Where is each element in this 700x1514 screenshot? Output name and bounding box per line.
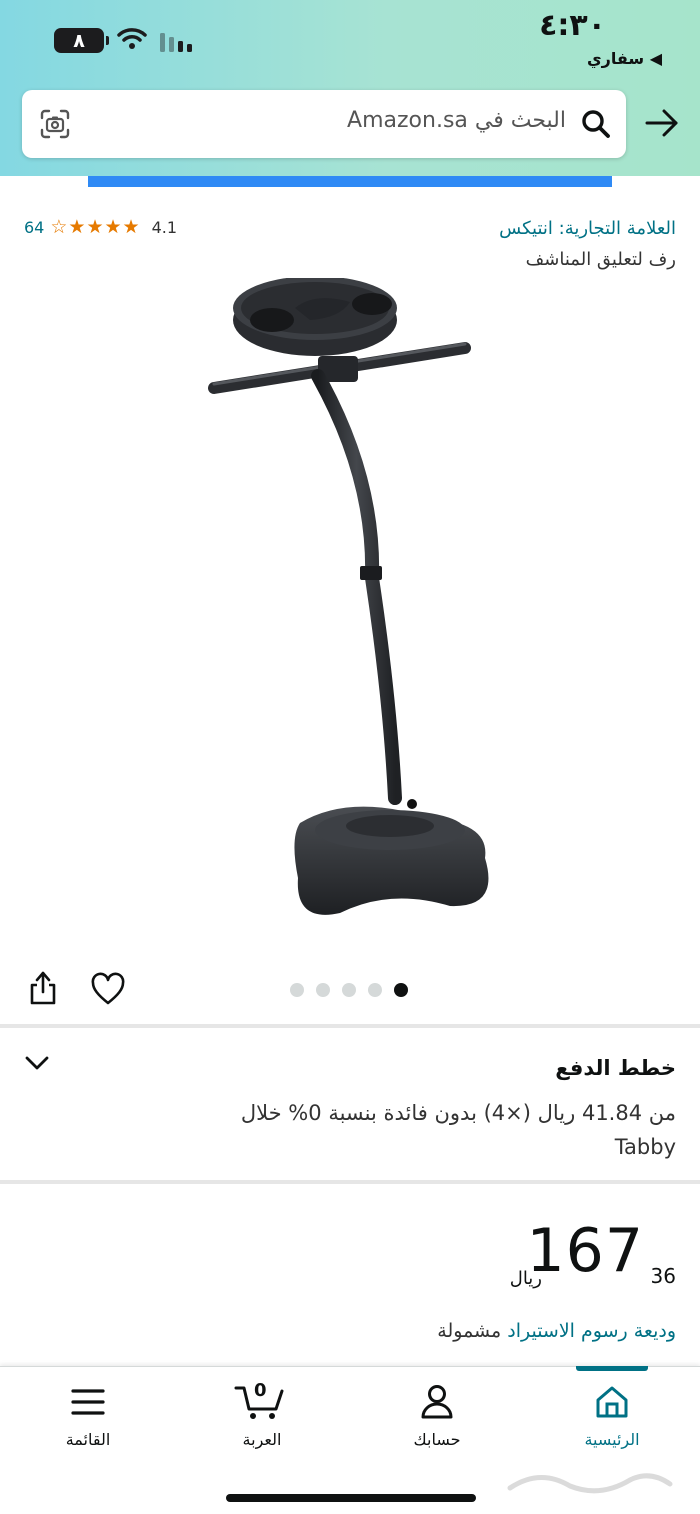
cart-icon-wrap: 0 (232, 1380, 292, 1422)
browser-header: ٨ ٤:٣٠ ◀ سفاري البحث في Amazon.sa (0, 0, 700, 176)
page-load-progress-bar (88, 176, 612, 187)
section-divider (0, 1024, 700, 1028)
payment-plans-title[interactable]: خطط الدفع (555, 1056, 676, 1080)
back-to-app-link[interactable]: ◀ سفاري (587, 49, 662, 68)
nav-cart[interactable]: 0 العربة (202, 1380, 322, 1449)
price-fraction: 36 (650, 1264, 676, 1288)
import-fees-link[interactable]: وديعة رسوم الاستيراد (507, 1320, 676, 1342)
battery-level: ٨ (73, 29, 85, 52)
search-box[interactable]: البحث في Amazon.sa (22, 90, 626, 158)
price-whole: 167 (526, 1216, 644, 1286)
nav-home[interactable]: الرئيسية (552, 1382, 672, 1449)
price-currency: ريال (509, 1268, 542, 1289)
star-rating: ☆ ★ ★ ★ ★ (50, 217, 139, 237)
nav-menu[interactable]: القائمة (28, 1382, 148, 1449)
section-divider (0, 1180, 700, 1184)
rating-summary[interactable]: 64 ☆ ★ ★ ★ ★ 4.1 (24, 217, 177, 237)
cellular-signal-icon (160, 33, 192, 52)
brand-link[interactable]: العلامة التجارية: انتيكس (499, 218, 676, 239)
search-input[interactable]: البحث في Amazon.sa (347, 108, 566, 133)
import-fees-deposit: وديعة رسوم الاستيراد مشمولة (437, 1320, 676, 1342)
rating-value: 4.1 (151, 217, 178, 237)
active-tab-indicator (576, 1366, 648, 1371)
home-icon (596, 1386, 628, 1418)
star-filled-icon: ★ (104, 216, 122, 238)
carousel-dot[interactable] (342, 983, 356, 997)
cart-count-badge: 0 (254, 1380, 267, 1401)
rating-count[interactable]: 64 (24, 218, 44, 237)
star-empty-icon: ☆ (50, 216, 68, 238)
home-indicator[interactable] (226, 1494, 476, 1502)
chevron-down-icon[interactable] (24, 1054, 50, 1072)
nav-home-label: الرئيسية (584, 1430, 640, 1449)
carousel-dot[interactable] (290, 983, 304, 997)
nav-menu-label: القائمة (65, 1430, 111, 1449)
import-fees-status: مشمولة (437, 1320, 508, 1342)
user-account-icon (421, 1385, 453, 1419)
battery-icon: ٨ (54, 28, 109, 53)
carousel-dot-active[interactable] (394, 983, 408, 997)
product-title: رف لتعليق المناشف (525, 249, 676, 270)
star-filled-icon: ★ (68, 216, 86, 238)
hamburger-menu-icon (71, 1389, 105, 1415)
star-filled-icon: ★ (122, 216, 140, 238)
watermark-logo (507, 1473, 673, 1494)
arrow-right-icon[interactable] (644, 108, 680, 138)
nav-cart-label: العربة (242, 1430, 282, 1449)
search-icon[interactable] (580, 108, 612, 140)
camera-scan-icon[interactable] (39, 108, 71, 140)
star-filled-icon: ★ (86, 216, 104, 238)
wifi-icon (117, 28, 147, 49)
heart-wishlist-icon[interactable] (90, 972, 126, 1006)
nav-account[interactable]: حسابك (377, 1382, 497, 1449)
payment-plans-description: من 41.84 ريال (×4) بدون فائدة بنسبة 0% خ… (240, 1101, 676, 1159)
carousel-dot[interactable] (368, 983, 382, 997)
product-image[interactable] (200, 278, 500, 928)
image-carousel-indicator[interactable] (290, 983, 408, 997)
nav-account-label: حسابك (413, 1430, 461, 1449)
status-time: ٤:٣٠ (539, 8, 606, 43)
carousel-dot[interactable] (316, 983, 330, 997)
share-icon[interactable] (28, 970, 58, 1006)
